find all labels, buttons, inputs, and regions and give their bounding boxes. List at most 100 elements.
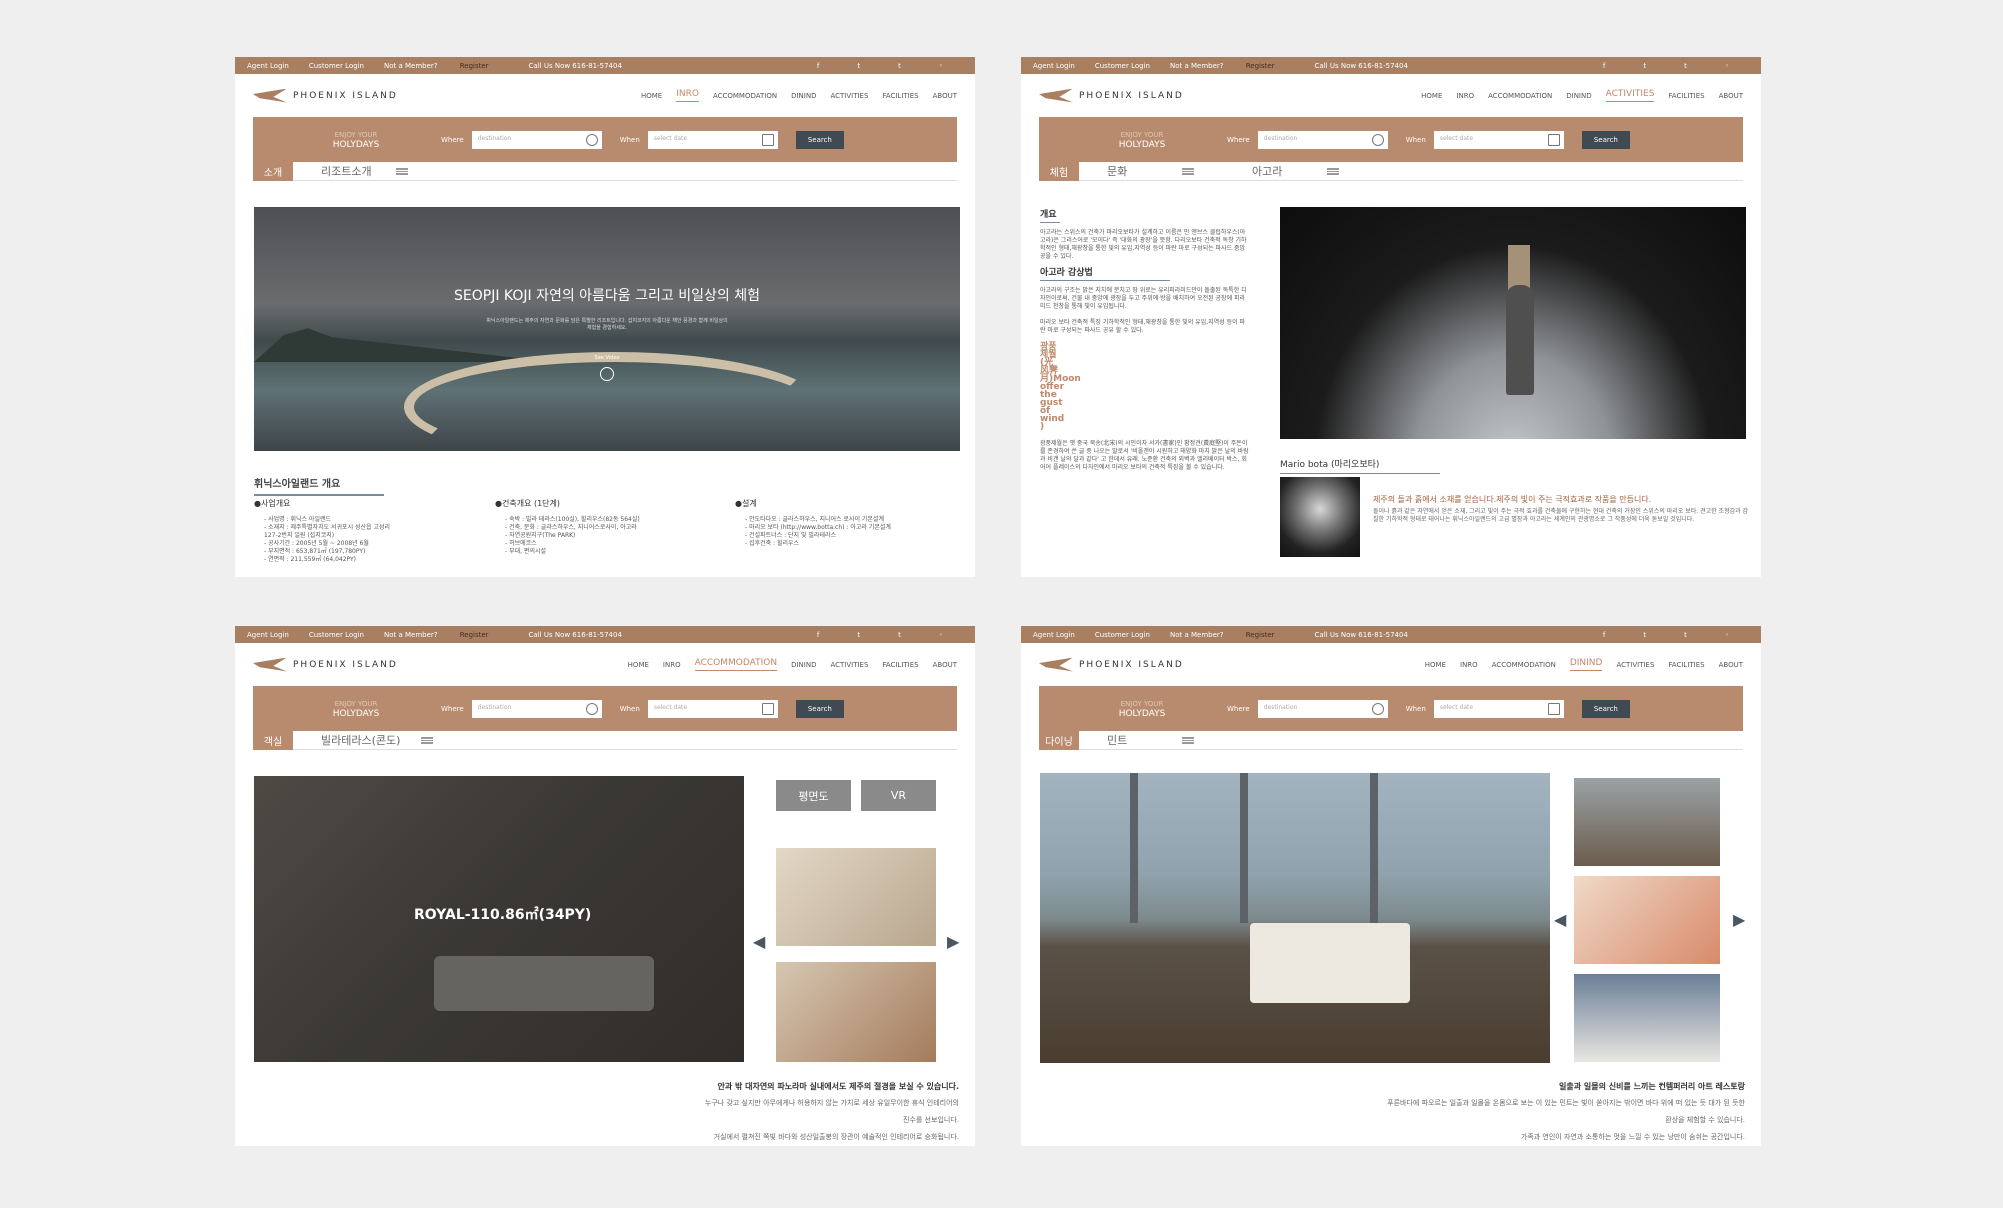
enjoy-text: ENJOY YOUR	[1120, 699, 1164, 708]
logo[interactable]: PHOENIX ISLAND	[1039, 88, 1184, 103]
destination-input[interactable]: destination	[471, 699, 602, 718]
facebook-icon[interactable]: f	[817, 631, 819, 639]
destination-input[interactable]: destination	[471, 130, 602, 149]
search-button[interactable]: Search	[1581, 699, 1630, 718]
prev-arrow-icon[interactable]: ◀	[753, 932, 765, 951]
search-button[interactable]: Search	[1581, 130, 1630, 149]
sub-item[interactable]: 빌라테라스(콘도)	[293, 732, 413, 748]
location-icon[interactable]: ◦	[939, 631, 943, 639]
room-thumb-1[interactable]	[776, 848, 936, 946]
play-icon[interactable]	[600, 367, 614, 381]
not-member-text: Not a Member? Register	[383, 630, 489, 639]
nav-about[interactable]: ABOUT	[933, 661, 957, 669]
date-input[interactable]: select date	[647, 699, 778, 718]
nav-about[interactable]: ABOUT	[1719, 661, 1743, 669]
sub-item[interactable]: 민트	[1079, 732, 1174, 748]
nav-accommodation[interactable]: ACCOMMODATION	[694, 658, 778, 671]
date-input[interactable]: select date	[647, 130, 778, 149]
menu-icon[interactable]	[396, 167, 408, 175]
search-bar: ENJOY YOUR HOLYDAYS Where destination Whe…	[1039, 117, 1743, 162]
customer-login-link[interactable]: Customer Login	[309, 62, 364, 70]
sub-item-2[interactable]: 아고라	[1224, 163, 1319, 179]
nav-accommodation[interactable]: ACCOMMODATION	[1488, 92, 1552, 100]
vr-button[interactable]: VR	[861, 780, 936, 811]
menu-icon[interactable]	[1182, 736, 1194, 744]
twitter-icon[interactable]: t	[1643, 631, 1646, 639]
nav-dining[interactable]: DININD	[1569, 658, 1603, 671]
nav-inro[interactable]: INRO	[676, 89, 699, 102]
nav-dining[interactable]: DININD	[791, 92, 816, 100]
sub-item[interactable]: 리조트소개	[293, 163, 388, 179]
nav-accommodation[interactable]: ACCOMMODATION	[1492, 661, 1556, 669]
nav-inro[interactable]: INRO	[1456, 92, 1474, 100]
destination-input[interactable]: destination	[1257, 699, 1388, 718]
tumblr-icon[interactable]: t	[898, 631, 901, 639]
logo[interactable]: PHOENIX ISLAND	[253, 88, 398, 103]
dining-thumb-2[interactable]	[1574, 876, 1720, 964]
customer-login-link[interactable]: Customer Login	[1095, 631, 1150, 639]
nav-inro[interactable]: INRO	[663, 661, 681, 669]
tumblr-icon[interactable]: t	[1684, 631, 1687, 639]
nav-activities[interactable]: ACTIVITIES	[1616, 661, 1654, 669]
facebook-icon[interactable]: f	[1603, 631, 1605, 639]
nav-facilities[interactable]: FACILITIES	[882, 661, 918, 669]
nav-home[interactable]: HOME	[1421, 92, 1442, 100]
nav-facilities[interactable]: FACILITIES	[1668, 661, 1704, 669]
menu-icon-2[interactable]	[1327, 167, 1339, 175]
agent-login-link[interactable]: Agent Login	[247, 62, 289, 70]
destination-input[interactable]: destination	[1257, 130, 1388, 149]
calendar-icon	[761, 133, 774, 146]
dining-thumb-1[interactable]	[1574, 778, 1720, 866]
prev-arrow-icon[interactable]: ◀	[1554, 910, 1566, 929]
next-arrow-icon[interactable]: ▶	[1733, 910, 1745, 929]
nav-inro[interactable]: INRO	[1460, 661, 1478, 669]
twitter-icon[interactable]: t	[1643, 62, 1646, 70]
register-link[interactable]: Register	[1246, 62, 1275, 70]
nav-activities[interactable]: ACTIVITIES	[830, 92, 868, 100]
section-title: 개요	[1040, 211, 1060, 223]
nav-facilities[interactable]: FACILITIES	[1668, 92, 1704, 100]
nav-about[interactable]: ABOUT	[1719, 92, 1743, 100]
date-input[interactable]: select date	[1433, 699, 1564, 718]
customer-login-link[interactable]: Customer Login	[309, 631, 364, 639]
nav-facilities[interactable]: FACILITIES	[882, 92, 918, 100]
nav-accommodation[interactable]: ACCOMMODATION	[713, 92, 777, 100]
twitter-icon[interactable]: t	[857, 631, 860, 639]
nav-activities[interactable]: ACTIVITIES	[1605, 89, 1655, 102]
location-icon[interactable]: ◦	[939, 62, 943, 70]
agent-login-link[interactable]: Agent Login	[1033, 631, 1075, 639]
nav-home[interactable]: HOME	[628, 661, 649, 669]
menu-icon[interactable]	[1182, 167, 1194, 175]
location-icon[interactable]: ◦	[1725, 62, 1729, 70]
customer-login-link[interactable]: Customer Login	[1095, 62, 1150, 70]
next-arrow-icon[interactable]: ▶	[947, 932, 959, 951]
register-link[interactable]: Register	[1246, 631, 1275, 639]
tumblr-icon[interactable]: t	[898, 62, 901, 70]
room-thumb-2[interactable]	[776, 962, 936, 1062]
nav-activities[interactable]: ACTIVITIES	[830, 661, 868, 669]
search-button[interactable]: Search	[795, 699, 844, 718]
agent-login-link[interactable]: Agent Login	[1033, 62, 1075, 70]
tumblr-icon[interactable]: t	[1684, 62, 1687, 70]
nav-dining[interactable]: DININD	[1566, 92, 1591, 100]
logo[interactable]: PHOENIX ISLAND	[1039, 657, 1184, 672]
dining-thumb-3[interactable]	[1574, 974, 1720, 1062]
twitter-icon[interactable]: t	[857, 62, 860, 70]
menu-icon[interactable]	[421, 736, 433, 744]
logo[interactable]: PHOENIX ISLAND	[253, 657, 398, 672]
nav-about[interactable]: ABOUT	[933, 92, 957, 100]
facebook-icon[interactable]: f	[817, 62, 819, 70]
register-link[interactable]: Register	[460, 62, 489, 70]
nav-home[interactable]: HOME	[1425, 661, 1446, 669]
top-bar: Agent Login Customer Login Not a Member?…	[235, 57, 975, 74]
date-input[interactable]: select date	[1433, 130, 1564, 149]
sub-item[interactable]: 문화	[1079, 163, 1174, 179]
nav-dining[interactable]: DININD	[791, 661, 816, 669]
nav-home[interactable]: HOME	[641, 92, 662, 100]
search-button[interactable]: Search	[795, 130, 844, 149]
floor-plan-button[interactable]: 평면도	[776, 780, 851, 811]
register-link[interactable]: Register	[460, 631, 489, 639]
facebook-icon[interactable]: f	[1603, 62, 1605, 70]
location-icon[interactable]: ◦	[1725, 631, 1729, 639]
agent-login-link[interactable]: Agent Login	[247, 631, 289, 639]
